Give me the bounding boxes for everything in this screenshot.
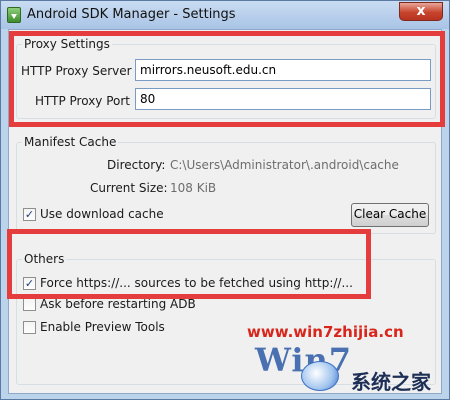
watermark-url: www.win7zhijia.cn xyxy=(247,323,404,341)
close-button[interactable]: x xyxy=(399,2,443,21)
android-sdk-download-icon xyxy=(7,7,21,23)
manifest-cache-title: Manifest Cache xyxy=(22,135,119,149)
watermark-cn-text: 系统之家 xyxy=(351,370,431,394)
window-title: Android SDK Manager - Settings xyxy=(27,7,236,22)
settings-window: Android SDK Manager - Settings x Proxy S… xyxy=(0,0,450,400)
proxy-highlight-box xyxy=(9,31,445,127)
current-size-value: 108 KiB xyxy=(170,181,217,195)
ask-restart-adb-checkbox[interactable] xyxy=(23,298,36,311)
directory-label: Directory: xyxy=(107,158,166,172)
watermark-badge-icon xyxy=(301,361,339,391)
directory-value: C:\Users\Administrator\.android\cache xyxy=(170,158,399,172)
current-size-label: Current Size: xyxy=(90,181,168,195)
title-bar[interactable]: Android SDK Manager - Settings x xyxy=(1,1,449,29)
enable-preview-tools-label[interactable]: Enable Preview Tools xyxy=(40,320,165,334)
enable-preview-tools-checkbox[interactable] xyxy=(23,321,36,334)
use-download-cache-checkbox[interactable]: ✓ xyxy=(23,208,36,221)
use-download-cache-label[interactable]: Use download cache xyxy=(40,207,164,221)
others-highlight-box xyxy=(7,229,371,299)
ask-restart-adb-label[interactable]: Ask before restarting ADB xyxy=(40,297,196,311)
clear-cache-button[interactable]: Clear Cache xyxy=(351,203,429,227)
